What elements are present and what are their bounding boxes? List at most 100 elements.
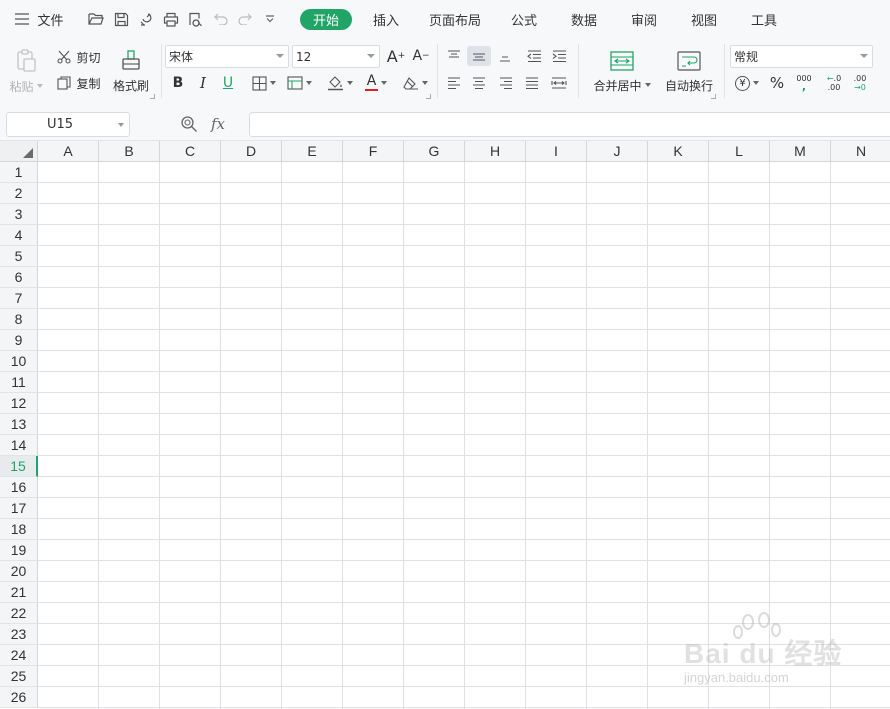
open-button[interactable] [86, 9, 106, 29]
tab-data[interactable]: 数据 [565, 9, 603, 30]
format-painter-button[interactable]: 格式刷 [108, 46, 154, 96]
row-header-19[interactable]: 19 [0, 540, 38, 561]
redo-button[interactable] [235, 9, 255, 29]
font-color-button[interactable]: A [362, 73, 390, 93]
row-header-20[interactable]: 20 [0, 561, 38, 582]
column-header-l[interactable]: L [709, 141, 770, 162]
tab-start[interactable]: 开始 [300, 9, 352, 30]
column-header-e[interactable]: E [282, 141, 343, 162]
main-menu-button[interactable]: 文件 [8, 8, 70, 30]
row-header-18[interactable]: 18 [0, 519, 38, 540]
row-header-5[interactable]: 5 [0, 246, 38, 267]
paste-button[interactable]: 粘贴 [6, 46, 46, 96]
column-header-i[interactable]: I [526, 141, 587, 162]
align-left-button[interactable] [443, 73, 465, 93]
row-header-23[interactable]: 23 [0, 624, 38, 645]
align-top-button[interactable] [443, 46, 465, 66]
row-header-3[interactable]: 3 [0, 204, 38, 225]
bold-button[interactable]: B [168, 73, 188, 93]
increase-decimal-button[interactable]: ←.0 .00 [822, 72, 846, 94]
percent-button[interactable]: % [766, 73, 788, 93]
row-header-13[interactable]: 13 [0, 414, 38, 435]
row-header-1[interactable]: 1 [0, 162, 38, 183]
row-header-6[interactable]: 6 [0, 267, 38, 288]
save-button[interactable] [111, 9, 131, 29]
select-all-button[interactable] [0, 141, 38, 162]
column-header-d[interactable]: D [221, 141, 282, 162]
copy-button[interactable]: 复制 [54, 73, 104, 93]
currency-button[interactable]: ¥ [733, 73, 761, 93]
decrease-decimal-button[interactable]: .00 →0 [848, 72, 872, 94]
borders-button[interactable] [249, 73, 279, 93]
export-pdf-button[interactable] [136, 9, 156, 29]
tab-formulas[interactable]: 公式 [505, 9, 543, 30]
column-header-h[interactable]: H [465, 141, 526, 162]
wrap-text-button[interactable]: 自动换行 [662, 48, 716, 96]
justify-button[interactable] [521, 73, 543, 93]
column-header-k[interactable]: K [648, 141, 709, 162]
tab-view[interactable]: 视图 [685, 9, 723, 30]
fill-color-button[interactable] [325, 73, 355, 93]
formula-input[interactable] [249, 112, 890, 137]
name-box[interactable]: U15 [6, 112, 130, 137]
thousands-separator-button[interactable]: 000 , [792, 72, 816, 94]
underline-button[interactable]: U [218, 73, 238, 93]
row-header-21[interactable]: 21 [0, 582, 38, 603]
tab-page-layout[interactable]: 页面布局 [424, 9, 486, 30]
font-group-launcher[interactable] [426, 94, 431, 99]
row-header-4[interactable]: 4 [0, 225, 38, 246]
row-header-2[interactable]: 2 [0, 183, 38, 204]
print-button[interactable] [161, 9, 181, 29]
increase-indent-button[interactable] [548, 46, 570, 66]
row-header-22[interactable]: 22 [0, 603, 38, 624]
row-header-9[interactable]: 9 [0, 330, 38, 351]
font-name-select[interactable]: 宋体 [165, 45, 289, 68]
copy-icon [57, 76, 72, 90]
font-shrink-button[interactable]: A − [411, 46, 431, 66]
row-header-12[interactable]: 12 [0, 393, 38, 414]
undo-button[interactable] [211, 9, 231, 29]
align-center-button[interactable] [468, 73, 490, 93]
tab-insert[interactable]: 插入 [366, 9, 406, 30]
row-header-16[interactable]: 16 [0, 477, 38, 498]
row-header-7[interactable]: 7 [0, 288, 38, 309]
cell-style-button[interactable] [284, 73, 314, 93]
row-header-8[interactable]: 8 [0, 309, 38, 330]
insert-function-button[interactable]: fx [211, 115, 225, 133]
column-header-j[interactable]: J [587, 141, 648, 162]
font-size-select[interactable]: 12 [292, 45, 380, 68]
tab-tools[interactable]: 工具 [745, 9, 783, 30]
quick-access-dropdown[interactable] [260, 9, 280, 29]
font-grow-button[interactable]: A + [386, 46, 406, 66]
row-header-26[interactable]: 26 [0, 687, 38, 708]
distribute-button[interactable] [547, 73, 571, 93]
column-header-b[interactable]: B [99, 141, 160, 162]
row-header-25[interactable]: 25 [0, 666, 38, 687]
column-header-c[interactable]: C [160, 141, 221, 162]
number-format-select[interactable]: 常规 [730, 45, 873, 68]
alignment-group-launcher[interactable] [711, 94, 716, 99]
align-middle-button[interactable] [467, 46, 491, 66]
column-header-g[interactable]: G [404, 141, 465, 162]
decrease-indent-button[interactable] [523, 46, 545, 66]
column-header-a[interactable]: A [38, 141, 99, 162]
column-header-m[interactable]: M [770, 141, 831, 162]
print-preview-button[interactable] [186, 9, 206, 29]
row-header-24[interactable]: 24 [0, 645, 38, 666]
clear-format-button[interactable] [400, 73, 430, 93]
row-header-14[interactable]: 14 [0, 435, 38, 456]
align-right-button[interactable] [495, 73, 517, 93]
cut-button[interactable]: 剪切 [54, 47, 104, 67]
clipboard-group-launcher[interactable] [150, 94, 155, 99]
row-header-10[interactable]: 10 [0, 351, 38, 372]
merge-center-button[interactable]: 合并居中 [589, 48, 655, 96]
row-header-15[interactable]: 15 [0, 456, 38, 477]
column-header-n[interactable]: N [831, 141, 890, 162]
align-bottom-button[interactable] [494, 46, 516, 66]
tab-review[interactable]: 审阅 [625, 9, 663, 30]
column-header-f[interactable]: F [343, 141, 404, 162]
zoom-lookup-button[interactable] [180, 115, 198, 133]
italic-button[interactable]: I [193, 73, 213, 93]
row-header-17[interactable]: 17 [0, 498, 38, 519]
row-header-11[interactable]: 11 [0, 372, 38, 393]
